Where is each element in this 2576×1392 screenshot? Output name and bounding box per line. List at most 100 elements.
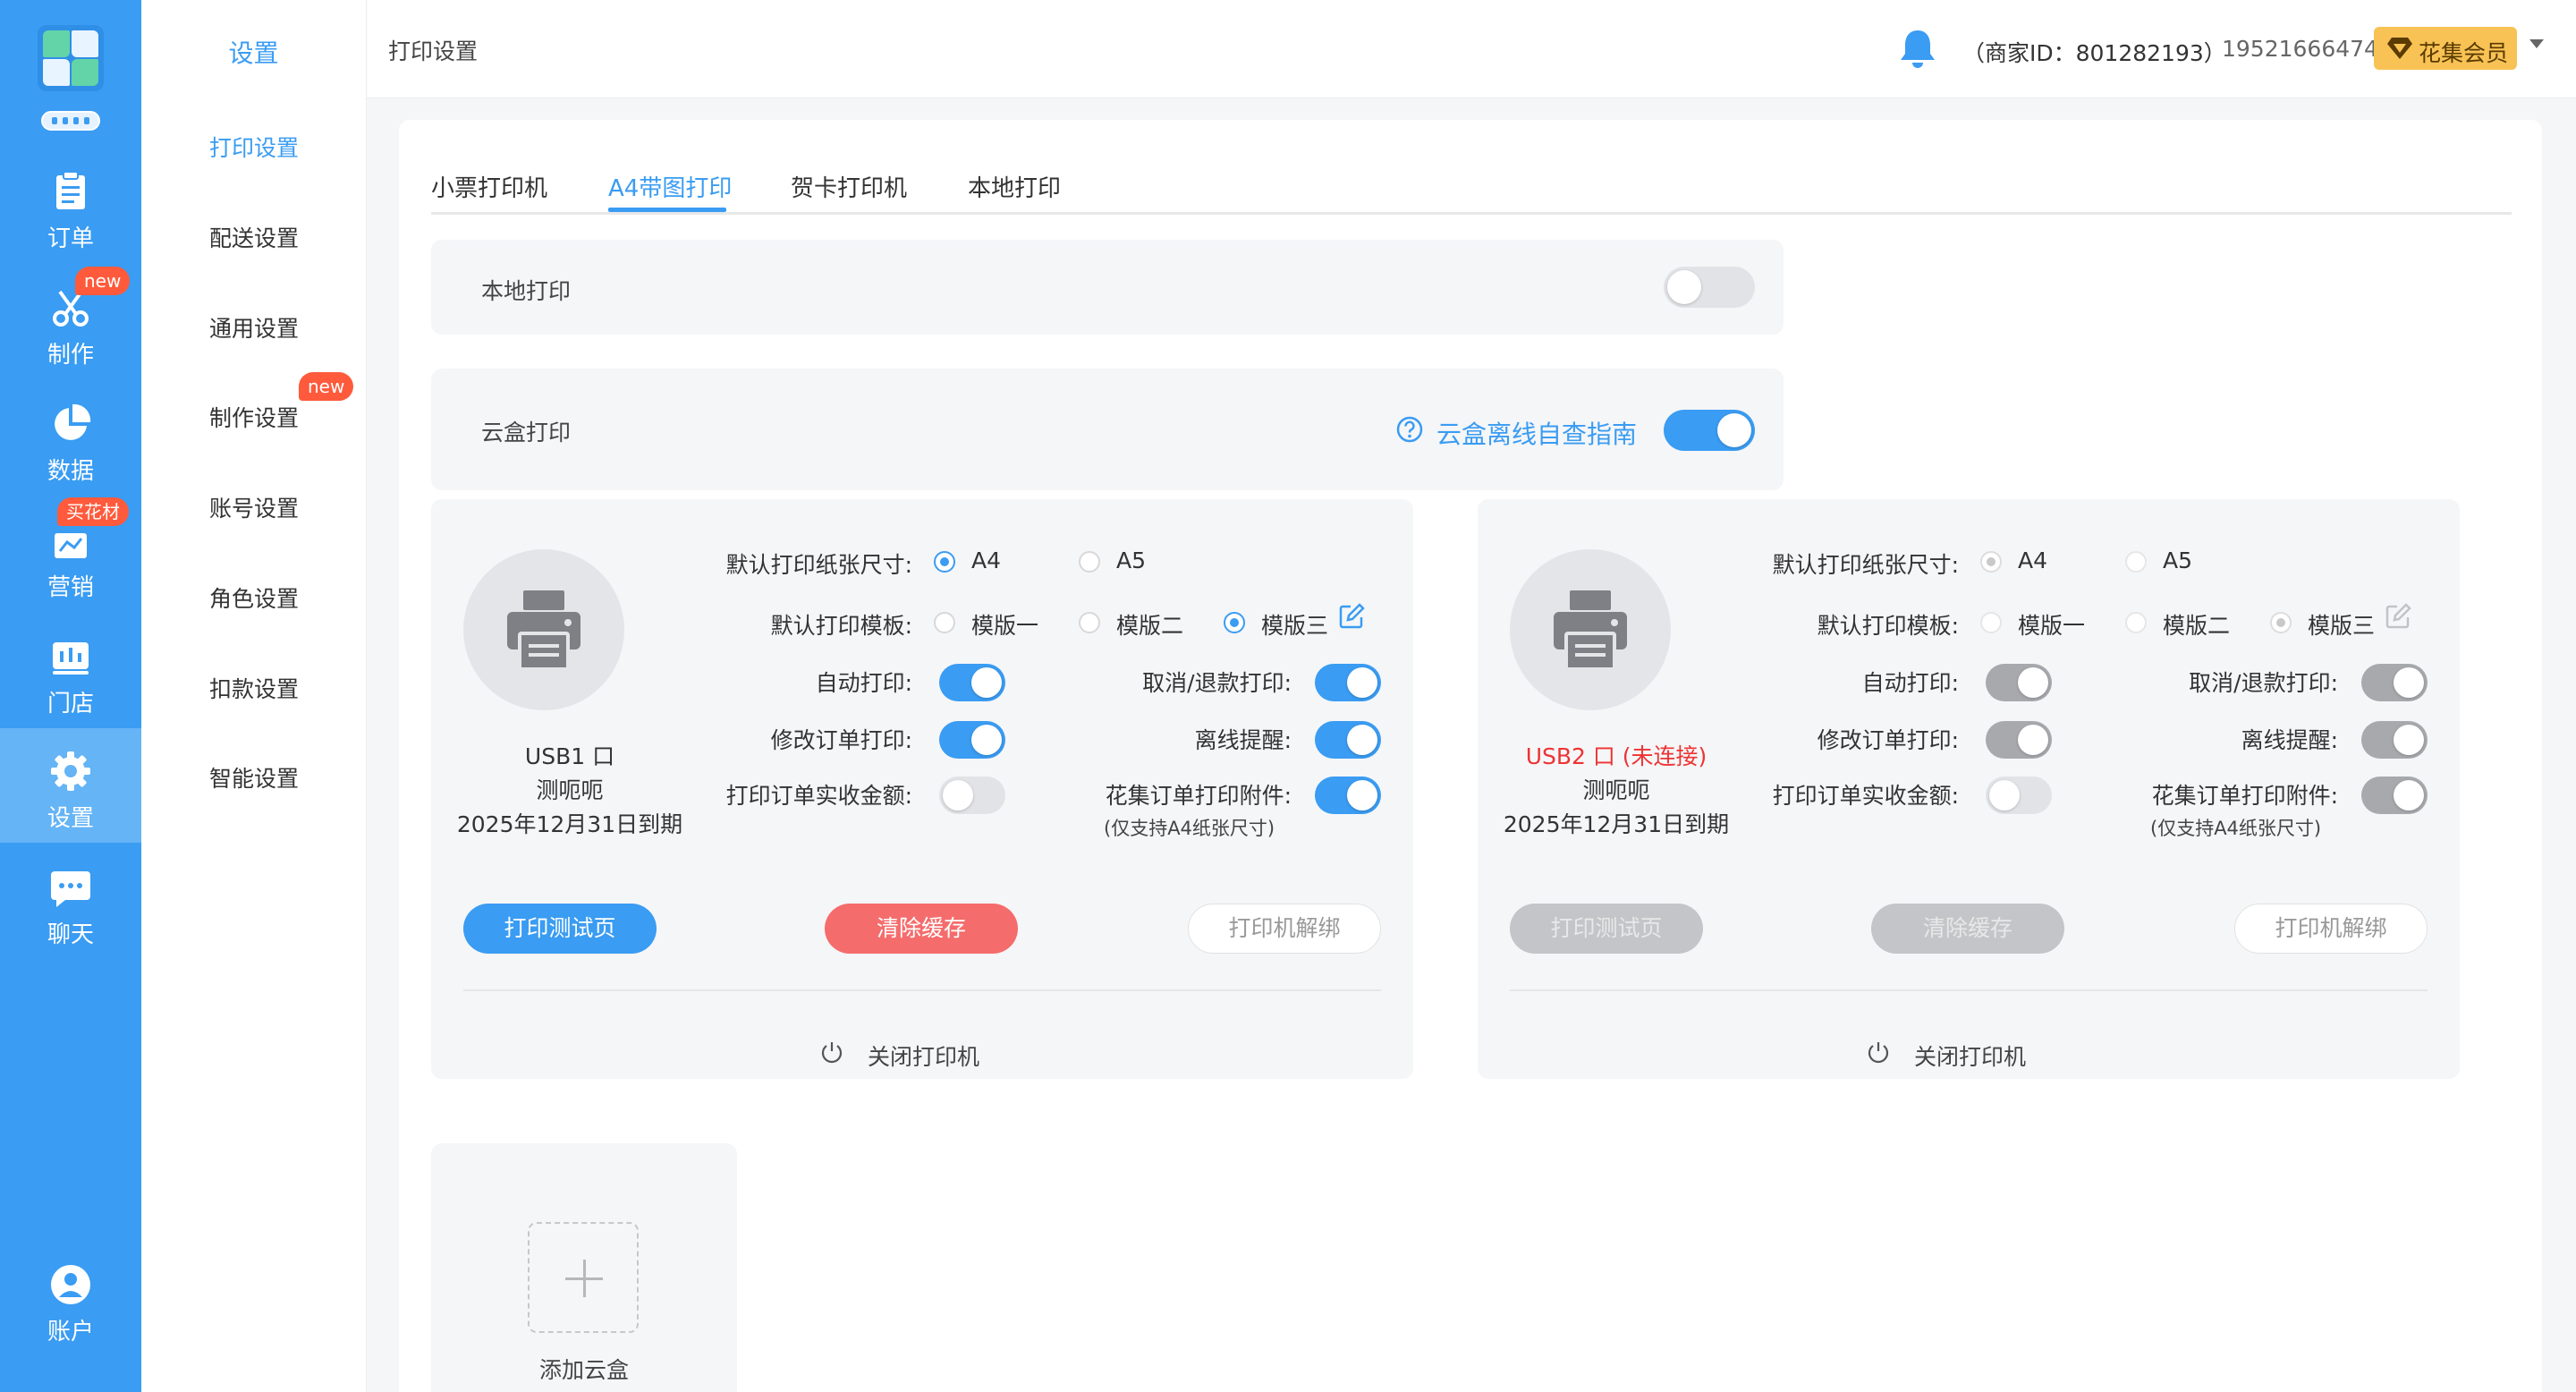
app-logo[interactable] [38, 25, 104, 91]
attach-print-note: (仅支持A4纸张尺寸) [1104, 818, 1275, 839]
template-3-radio[interactable] [2270, 612, 2292, 633]
print-test-page-button[interactable]: 打印测试页 [463, 904, 657, 954]
printer-icon [507, 590, 580, 671]
paper-a5-label: A5 [2163, 547, 2193, 573]
printer-icon [1554, 590, 1627, 671]
tab-divider [431, 212, 2512, 215]
tab-a4-image-print[interactable]: A4带图打印 [608, 170, 732, 203]
printer-name: USB1 口 [524, 743, 615, 769]
auto-print-toggle[interactable] [939, 664, 1005, 701]
template-label: 默认打印模板: [770, 613, 912, 639]
printer-avatar [463, 549, 624, 710]
subnav-badge-new: new [299, 372, 354, 401]
local-print-toggle[interactable] [1664, 267, 1755, 308]
nav-item-data[interactable]: 数据 [0, 381, 141, 496]
cancel-print-toggle[interactable] [2361, 664, 2428, 701]
paper-size-label: 默认打印纸张尺寸: [1772, 552, 1959, 578]
attach-print-toggle[interactable] [1315, 777, 1381, 814]
nav-label: 营销 [47, 574, 94, 601]
add-cloud-box-card[interactable]: 添加云盒 [431, 1143, 737, 1392]
power-icon[interactable] [1866, 1040, 1891, 1065]
nav-label: 聊天 [47, 921, 94, 948]
nav-label: 数据 [47, 458, 94, 485]
tab-local-print[interactable]: 本地打印 [968, 170, 1061, 203]
modify-print-toggle[interactable] [939, 721, 1005, 759]
local-print-label: 本地打印 [481, 278, 572, 304]
subnav-item-role[interactable]: 角色设置 [209, 581, 299, 614]
member-badge[interactable]: 花集会员 [2374, 27, 2517, 70]
amount-print-toggle[interactable] [939, 777, 1005, 814]
user-phone: 19521666474 [2222, 36, 2378, 62]
paper-a5-radio[interactable] [1079, 551, 1100, 573]
tab-receipt-printer[interactable]: 小票打印机 [431, 170, 547, 203]
offline-alert-label: 离线提醒: [2241, 727, 2338, 753]
clipboard-icon [56, 171, 85, 209]
template-1-radio[interactable] [1980, 612, 2002, 633]
nav-item-account[interactable]: 账户 [0, 1242, 141, 1356]
auto-print-label: 自动打印: [815, 670, 912, 696]
attach-print-toggle[interactable] [2361, 777, 2428, 814]
template-3-radio[interactable] [1224, 612, 1245, 633]
paper-a4-label: A4 [971, 547, 1002, 573]
subnav-item-deduction[interactable]: 扣款设置 [209, 672, 299, 704]
subnav-item-account[interactable]: 账号设置 [209, 491, 299, 523]
subnav-item-smart[interactable]: 智能设置 [209, 761, 299, 794]
chat-icon [51, 871, 90, 907]
paper-a4-radio[interactable] [934, 551, 955, 573]
offline-alert-toggle[interactable] [2361, 721, 2428, 759]
cloud-print-toggle[interactable] [1664, 410, 1755, 451]
add-cloud-box-label: 添加云盒 [538, 1357, 629, 1383]
unbind-printer-button[interactable]: 打印机解绑 [1188, 904, 1381, 954]
auto-print-toggle[interactable] [1986, 664, 2052, 701]
paper-a5-radio[interactable] [2125, 551, 2147, 573]
plus-icon[interactable] [528, 1222, 639, 1333]
nav-item-store[interactable]: 门店 [0, 614, 141, 728]
cancel-print-toggle[interactable] [1315, 664, 1381, 701]
printer-card-usb2: USB2 口 (未连接) 测呃呃 2025年12月31日到期 默认打印纸张尺寸:… [1478, 499, 2460, 1079]
card-divider [463, 989, 1381, 991]
power-off-printer[interactable]: 关闭打印机 [868, 1040, 979, 1072]
nav-item-chat[interactable]: 聊天 [0, 845, 141, 959]
clear-cache-button[interactable]: 清除缓存 [1871, 904, 2064, 954]
bell-icon[interactable] [1896, 27, 1939, 70]
subnav-item-production[interactable]: 制作设置 [209, 401, 299, 433]
local-print-row: 本地打印 [431, 240, 1784, 335]
cloud-offline-guide-link[interactable]: 云盒离线自查指南 [1436, 415, 1637, 451]
nav-badge-new: new [75, 267, 131, 295]
nav-item-orders[interactable]: 订单 [0, 149, 141, 263]
cloud-print-row: 云盒打印 云盒离线自查指南 [431, 369, 1784, 490]
template-1-radio[interactable] [934, 612, 955, 633]
unbind-printer-button[interactable]: 打印机解绑 [2234, 904, 2428, 954]
paper-a4-radio[interactable] [1980, 551, 2002, 573]
offline-alert-toggle[interactable] [1315, 721, 1381, 759]
template-1-label: 模版一 [2018, 613, 2086, 639]
amount-print-toggle[interactable] [1986, 777, 2052, 814]
printer-name: USB2 口 (未连接) [1525, 743, 1707, 769]
logo-switch-pill[interactable] [41, 111, 100, 131]
subnav-item-general[interactable]: 通用设置 [209, 311, 299, 344]
template-2-label: 模版二 [2163, 613, 2231, 639]
tab-card-printer[interactable]: 贺卡打印机 [791, 170, 907, 203]
pie-chart-icon [55, 403, 91, 440]
clear-cache-button[interactable]: 清除缓存 [825, 904, 1018, 954]
template-2-radio[interactable] [1079, 612, 1100, 633]
power-icon[interactable] [819, 1040, 844, 1065]
power-off-printer[interactable]: 关闭打印机 [1914, 1040, 2026, 1072]
nav-item-settings[interactable]: 设置 [0, 728, 141, 843]
subnav-item-delivery[interactable]: 配送设置 [209, 221, 299, 253]
top-header: 打印设置 （商家ID：801282193） 19521666474 花集会员 [367, 0, 2576, 98]
template-2-radio[interactable] [2125, 612, 2147, 633]
modify-print-label: 修改订单打印: [1817, 727, 1959, 753]
print-test-page-button[interactable]: 打印测试页 [1510, 904, 1703, 954]
nav-label: 门店 [47, 691, 94, 717]
cancel-print-label: 取消/退款打印: [1142, 670, 1292, 696]
modify-print-toggle[interactable] [1986, 721, 2052, 759]
chevron-down-icon[interactable] [2529, 39, 2544, 48]
active-tab-indicator [608, 208, 726, 212]
subnav-item-print[interactable]: 打印设置 [209, 131, 299, 163]
edit-icon[interactable] [2385, 603, 2411, 630]
offline-alert-label: 离线提醒: [1194, 727, 1292, 753]
edit-icon[interactable] [1338, 603, 1365, 630]
nav-badge-flowers: 买花材 [57, 497, 129, 526]
help-circle-icon[interactable] [1395, 415, 1424, 444]
